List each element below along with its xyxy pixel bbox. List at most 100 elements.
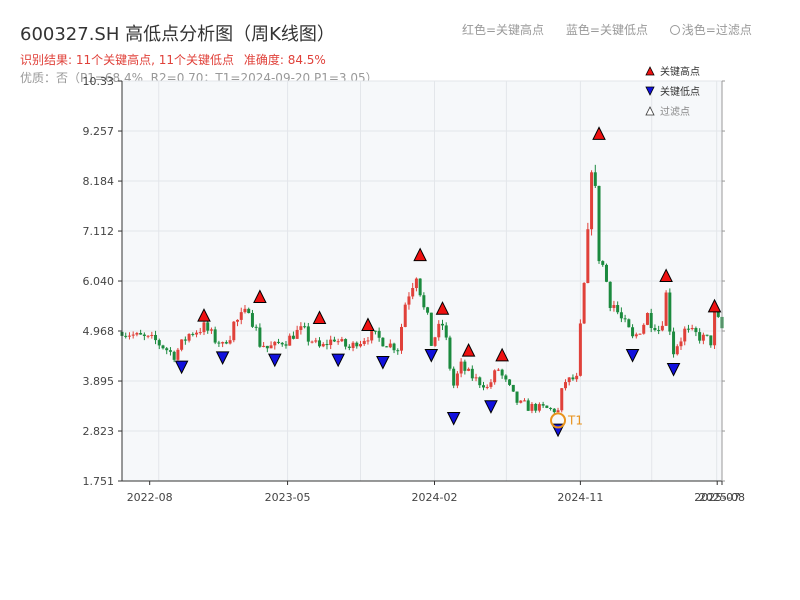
candle-body: [213, 329, 217, 343]
candle-body: [359, 344, 363, 347]
candle-body: [291, 335, 295, 339]
candle-body: [563, 382, 567, 389]
candle-body: [288, 335, 292, 346]
legend-high-icon: [645, 66, 655, 76]
candle-body: [396, 350, 400, 352]
y-tick-label: 3.895: [83, 375, 115, 388]
candle-body: [601, 261, 605, 265]
candle-body: [519, 400, 523, 403]
candle-body: [127, 335, 131, 337]
candle-body: [575, 375, 579, 380]
candle-body: [593, 172, 597, 186]
candle-body: [306, 326, 310, 342]
candle-body: [433, 337, 437, 346]
candle-body: [247, 308, 251, 314]
candle-body: [582, 282, 586, 324]
candle-body: [154, 334, 158, 341]
candle-body: [347, 346, 351, 348]
candle-body: [392, 343, 396, 351]
legend-label: 关键高点: [660, 65, 700, 78]
candle-body: [202, 322, 206, 333]
candle-body: [474, 377, 478, 379]
candle-body: [135, 333, 139, 335]
candle-body: [672, 331, 676, 355]
candle-body: [526, 400, 530, 411]
candle-body: [366, 340, 370, 342]
candle-body: [161, 345, 165, 349]
candle-body: [616, 305, 620, 313]
candle-body: [508, 379, 512, 385]
candle-body: [299, 326, 303, 330]
candle-body: [657, 330, 661, 332]
candle-body: [444, 325, 448, 338]
y-tick-label: 6.040: [83, 275, 115, 288]
legend-label: 过滤点: [660, 105, 690, 118]
candle-body: [571, 377, 575, 380]
candle-body: [146, 335, 150, 337]
candle-body: [463, 361, 467, 371]
candle-body: [619, 312, 623, 319]
candle-body: [627, 319, 631, 328]
candle-body: [422, 295, 426, 308]
candle-body: [221, 342, 225, 344]
candle-body: [362, 340, 366, 345]
candle-body: [515, 391, 519, 403]
candle-body: [642, 324, 646, 334]
candle-body: [232, 321, 236, 341]
candle-body: [448, 337, 452, 369]
candle-body: [612, 305, 616, 308]
candle-body: [604, 264, 608, 282]
candle-body: [653, 327, 657, 331]
candle-body: [187, 333, 191, 341]
candle-body: [426, 307, 430, 313]
candle-body: [284, 344, 288, 346]
candle-body: [567, 377, 571, 383]
candle-body: [713, 311, 717, 346]
candle-body: [534, 403, 538, 411]
candle-body: [694, 328, 698, 333]
candle-body: [344, 339, 348, 347]
candle-body: [537, 404, 541, 411]
candle-body: [429, 312, 433, 346]
candle-body: [321, 344, 325, 347]
candle-body: [470, 368, 474, 379]
candle-body: [310, 341, 314, 343]
candle-body: [243, 308, 247, 313]
candle-body: [217, 342, 221, 344]
x-tick-label: 2024-02: [412, 491, 458, 504]
x-tick-label: 2025-08: [699, 491, 745, 504]
candle-body: [180, 339, 184, 350]
candle-body: [228, 340, 232, 344]
candle-body: [698, 332, 702, 341]
x-tick-label: 2022-08: [127, 491, 173, 504]
candle-body: [623, 318, 627, 320]
candle-body: [504, 375, 508, 380]
candle-body: [209, 329, 213, 331]
candle-body: [705, 334, 709, 336]
x-tick-label: 2024-11: [557, 491, 603, 504]
candle-body: [195, 332, 199, 335]
x-tick-label: 2023-05: [265, 491, 311, 504]
candle-body: [206, 322, 210, 331]
candle-body: [690, 328, 694, 330]
candle-body: [224, 342, 228, 344]
candle-body: [336, 341, 340, 343]
y-tick-label: 10.33: [83, 75, 115, 88]
candle-body: [511, 384, 515, 392]
candle-body: [355, 342, 359, 347]
candle-body: [522, 400, 526, 402]
candle-body: [664, 292, 668, 326]
candle-body: [631, 327, 635, 337]
candle-body: [496, 369, 500, 371]
candle-body: [407, 296, 411, 305]
candle-body: [578, 323, 582, 376]
candle-body: [556, 410, 560, 413]
candle-body: [552, 408, 556, 413]
candle-body: [481, 385, 485, 388]
candle-body: [400, 326, 404, 351]
candle-body: [649, 313, 653, 328]
candle-body: [269, 345, 273, 349]
candle-body: [381, 337, 385, 347]
candle-body: [172, 351, 176, 360]
candle-body: [332, 339, 336, 342]
